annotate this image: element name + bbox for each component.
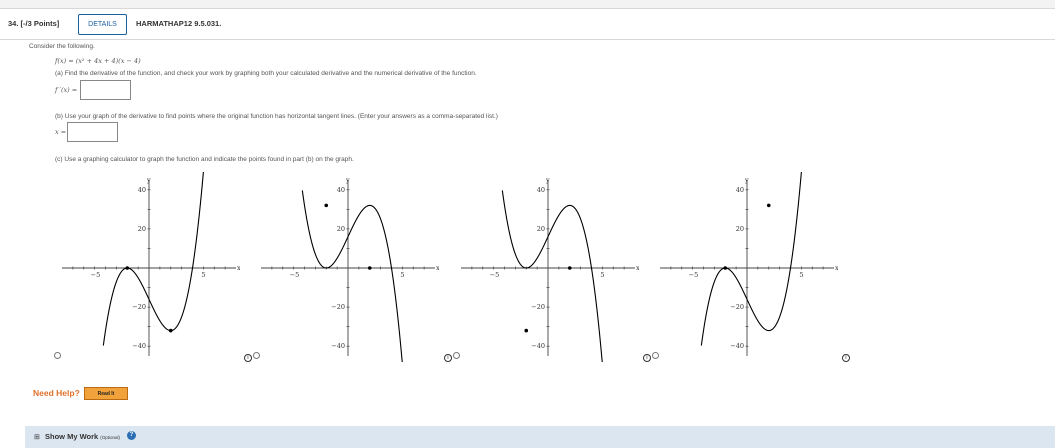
question-reference: HARMATHAP12 9.5.031.: [136, 19, 222, 28]
info-icon[interactable]: i: [244, 354, 252, 362]
x-tick-label: −5: [290, 271, 300, 279]
question-header: 34. [-/3 Points] DETAILS HARMATHAP12 9.5…: [0, 8, 1055, 40]
y-tick-label: −20: [730, 303, 744, 311]
graph-option-2-radio[interactable]: [253, 352, 260, 359]
horizontal-tangent-point: [324, 203, 329, 208]
help-question-icon[interactable]: ?: [127, 431, 136, 440]
expand-plus-icon[interactable]: ⊞: [34, 433, 40, 441]
graph-option-3-radio[interactable]: [453, 352, 460, 359]
x-tick-label: −5: [91, 271, 101, 279]
horizontal-tangent-point: [524, 328, 529, 333]
need-help-label: Need Help?: [33, 388, 80, 398]
part-b-text: (b) Use your graph of the derivative to …: [55, 113, 498, 120]
x-tick-label: 5: [600, 271, 604, 279]
details-button[interactable]: DETAILS: [78, 14, 127, 35]
x-axis-label: x: [835, 264, 838, 272]
horizontal-tangent-point: [168, 328, 173, 333]
y-tick-label: 20: [736, 225, 744, 233]
x-tick-label: 5: [799, 271, 803, 279]
function-text: f(x) = (x² + 4x + 4)(x − 4): [55, 57, 141, 65]
y-tick-label: 40: [138, 186, 146, 194]
y-tick-label: −40: [331, 342, 345, 350]
info-icon[interactable]: i: [842, 354, 850, 362]
function-curve: [700, 172, 802, 346]
part-a-answer-label: f ′(x) =: [55, 86, 78, 94]
function-curve: [501, 190, 603, 362]
prompt-text: Consider the following.: [29, 43, 95, 50]
y-tick-label: 20: [337, 225, 345, 233]
show-my-work-bar[interactable]: ⊞ Show My Work (Optional) ?: [25, 426, 1055, 448]
graph-option-4: x y −5 5 40 20 −20 −40: [660, 172, 838, 356]
question-number: 34. [-/3 Points]: [8, 19, 60, 28]
horizontal-tangent-point: [723, 266, 728, 270]
read-it-button[interactable]: Read It: [84, 387, 128, 400]
x-axis-label: x: [436, 264, 439, 272]
horizontal-tangent-point: [367, 266, 372, 270]
part-c-text: (c) Use a graphing calculator to graph t…: [55, 156, 354, 163]
y-tick-label: −20: [531, 303, 545, 311]
y-axis-label: y: [345, 176, 350, 184]
y-tick-label: −40: [730, 342, 744, 350]
x-tick-label: −5: [689, 271, 699, 279]
horizontal-tangent-answer-input[interactable]: [67, 122, 118, 142]
graph-option-1: x y −5 5 40 20 −20 −40: [62, 172, 240, 356]
info-icon[interactable]: i: [444, 354, 452, 362]
x-axis-label: x: [237, 264, 240, 272]
function-curve: [102, 172, 204, 346]
page-top-strip: [0, 0, 1055, 8]
y-tick-label: 40: [736, 186, 744, 194]
y-axis-label: y: [744, 176, 749, 184]
y-tick-label: −40: [132, 342, 146, 350]
y-tick-label: 20: [537, 225, 545, 233]
horizontal-tangent-point: [567, 266, 572, 270]
y-axis-label: y: [146, 176, 151, 184]
derivative-answer-input[interactable]: [80, 80, 131, 100]
y-tick-label: 20: [138, 225, 146, 233]
y-tick-label: 40: [537, 186, 545, 194]
graph-option-3: x y −5 5 40 20 −20 −40: [461, 176, 639, 362]
info-icon[interactable]: i: [643, 354, 651, 362]
y-tick-label: −20: [132, 303, 146, 311]
graph-option-1-radio[interactable]: [54, 352, 61, 359]
x-axis-label: x: [636, 264, 639, 272]
y-tick-label: −40: [531, 342, 545, 350]
horizontal-tangent-point: [766, 203, 771, 208]
y-tick-label: 40: [337, 186, 345, 194]
y-tick-label: −20: [331, 303, 345, 311]
part-b-answer-label: x =: [55, 128, 67, 136]
y-axis-label: y: [545, 176, 550, 184]
x-tick-label: −5: [490, 271, 500, 279]
horizontal-tangent-point: [125, 266, 130, 270]
graph-option-2: x y −5 5 40 20 −20 −40: [261, 176, 439, 362]
part-a-text: (a) Find the derivative of the function,…: [55, 70, 477, 77]
x-tick-label: 5: [400, 271, 404, 279]
x-tick-label: 5: [201, 271, 205, 279]
show-my-work-label: Show My Work (Optional): [45, 432, 121, 441]
graph-option-4-radio[interactable]: [652, 352, 659, 359]
function-curve: [301, 190, 403, 362]
